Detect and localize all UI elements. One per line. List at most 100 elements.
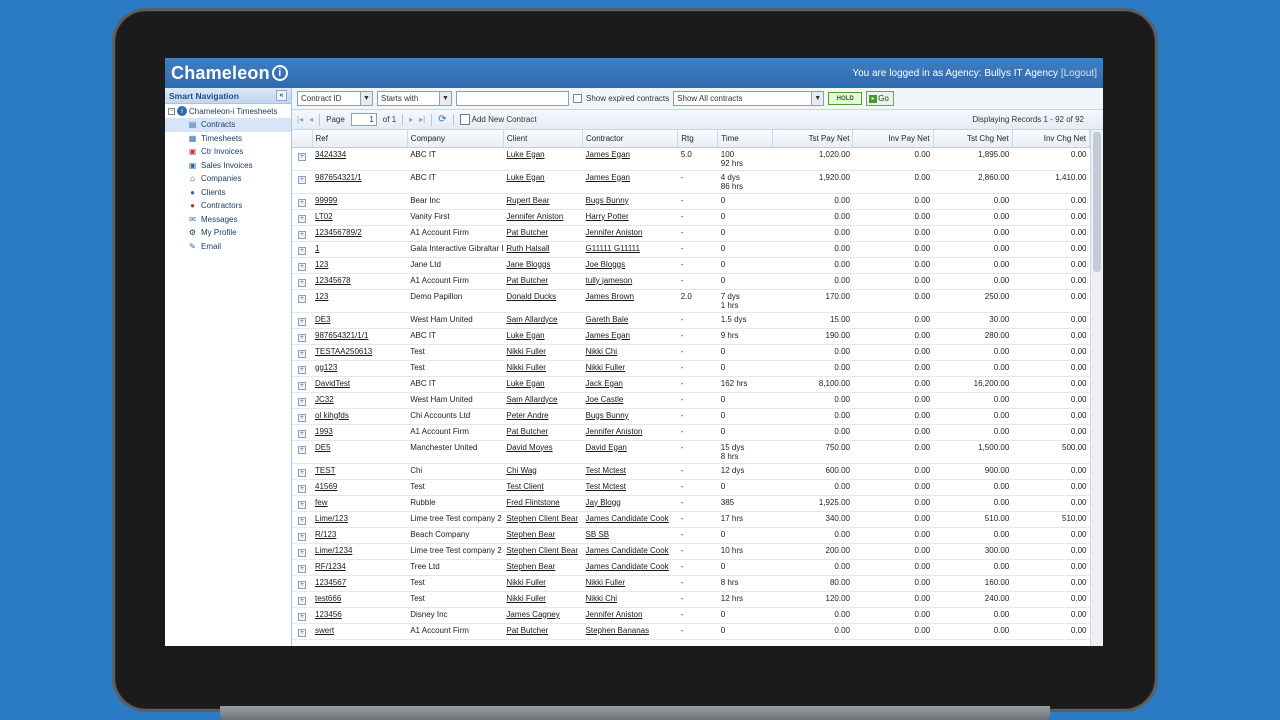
client-link[interactable]: Nikki Fuller [506, 363, 546, 372]
table-row[interactable]: + gg123 Test Nikki Fuller Nikki Fuller - 0 0.00… [292, 360, 1090, 377]
table-row[interactable]: +41569 Test Test Client Test Mctest - 0 0.00 0.… [292, 479, 1090, 496]
contractor-link[interactable]: James Candidate Cook [586, 562, 669, 571]
expand-row-icon[interactable]: + [298, 294, 306, 303]
expand-row-icon[interactable]: + [298, 262, 306, 271]
contractor-link[interactable]: Jennifer Aniston [586, 228, 643, 237]
ref-link[interactable]: RF/1234 [315, 562, 346, 571]
client-link[interactable]: Pat Butcher [506, 626, 548, 635]
sidebar-item-timesheets[interactable]: ▦ Timesheets [165, 132, 291, 146]
ref-link[interactable]: TEST [315, 466, 335, 475]
add-new-contract-button[interactable]: Add New Contract [459, 114, 537, 125]
expand-row-icon[interactable]: + [298, 230, 306, 239]
expand-row-icon[interactable]: + [298, 580, 306, 589]
prev-page-icon[interactable]: ◂ [309, 115, 313, 124]
sidebar-item-my-profile[interactable]: ⚙ My Profile [165, 226, 291, 240]
ref-link[interactable]: 123456 [315, 610, 342, 619]
contractor-link[interactable]: Jack Egan [586, 379, 623, 388]
expand-row-icon[interactable]: + [298, 214, 306, 223]
expand-row-icon[interactable]: + [298, 445, 306, 454]
column-header[interactable]: Tst Pay Net [772, 130, 854, 148]
client-link[interactable]: James Cagney [506, 610, 559, 619]
ref-link[interactable]: few [315, 498, 327, 507]
next-page-icon[interactable]: ▸ [409, 115, 413, 124]
client-link[interactable]: Test Client [506, 482, 543, 491]
client-link[interactable]: Sam Allardyce [506, 395, 557, 404]
expand-row-icon[interactable]: + [298, 413, 306, 422]
expand-row-icon[interactable]: + [298, 596, 306, 605]
ref-link[interactable]: ol kihgfds [315, 411, 349, 420]
client-link[interactable]: Jennifer Aniston [506, 212, 563, 221]
ref-link[interactable]: gg123 [315, 363, 337, 372]
table-row[interactable]: +99999 Bear Inc Rupert Bear Bugs Bunny - 0 0.0… [292, 193, 1090, 210]
sidebar-item-contractors[interactable]: ● Contractors [165, 199, 291, 213]
client-link[interactable]: Nikki Fuller [506, 594, 546, 603]
ref-link[interactable]: TESTAA250613 [315, 347, 372, 356]
sidebar-item-messages[interactable]: ✉ Messages [165, 213, 291, 227]
table-row[interactable]: +1 Gala Interactive Gibraltar LimitedRuth… [292, 241, 1090, 258]
column-header[interactable]: Inv Pay Net [852, 130, 934, 148]
contractor-link[interactable]: David Egan [586, 443, 627, 452]
expand-row-icon[interactable]: + [298, 152, 306, 161]
client-link[interactable]: Pat Butcher [506, 228, 548, 237]
client-link[interactable]: Rupert Bear [506, 196, 549, 205]
table-row[interactable]: + DE3 West Ham United Sam Allardyce Gareth B… [292, 312, 1090, 329]
expand-row-icon[interactable]: + [298, 612, 306, 621]
table-row[interactable]: + R/123 Beach Company Stephen Bear SB SB - 0 0.… [292, 527, 1090, 544]
client-link[interactable]: Stephen Client Bear [506, 514, 578, 523]
contractor-link[interactable]: James Candidate Cook [586, 546, 669, 555]
client-link[interactable]: Stephen Client Bear [506, 546, 578, 555]
expand-row-icon[interactable]: + [298, 500, 306, 509]
column-header[interactable]: Client [503, 130, 584, 148]
client-link[interactable]: Pat Butcher [506, 427, 548, 436]
ref-link[interactable]: 987654321/1/1 [315, 331, 368, 340]
column-header[interactable]: Ref [312, 130, 408, 148]
client-link[interactable]: Donald Ducks [506, 292, 556, 301]
client-link[interactable]: Peter Andre [506, 411, 548, 420]
client-link[interactable]: Luke Egan [506, 331, 544, 340]
client-link[interactable]: David Moyes [506, 443, 552, 452]
table-row[interactable]: + swert A1 Account Firm Pat Butcher Stephen … [292, 623, 1090, 640]
client-link[interactable]: Luke Egan [506, 173, 544, 182]
contractor-link[interactable]: G11111 G11111 [586, 244, 640, 253]
first-page-icon[interactable]: |◂ [297, 115, 303, 124]
client-link[interactable]: Nikki Fuller [506, 578, 546, 587]
sidebar-item-ctr-invoices[interactable]: ▣ Ctr Invoices [165, 145, 291, 159]
expand-row-icon[interactable]: + [298, 429, 306, 438]
column-header[interactable]: Time [717, 130, 774, 148]
table-row[interactable]: + TEST Chi Chi Wag Test Mctest - 12 dys 600.00 0… [292, 463, 1090, 480]
expand-row-icon[interactable]: + [298, 333, 306, 342]
ref-link[interactable]: LT02 [315, 212, 333, 221]
table-row[interactable]: +123456 Disney Inc James Cagney Jennifer An… [292, 607, 1090, 624]
table-row[interactable]: + Lime/123 Lime tree Test company 2 Stephen… [292, 511, 1090, 528]
ref-link[interactable]: 987654321/1 [315, 173, 362, 182]
go-button[interactable]: ▸ Go [866, 91, 895, 106]
expand-row-icon[interactable]: + [298, 468, 306, 477]
ref-link[interactable]: DE3 [315, 315, 331, 324]
client-link[interactable]: Sam Allardyce [506, 315, 557, 324]
table-row[interactable]: + few Rubble Fred Flintstone Jay Blogg - 385 1,… [292, 495, 1090, 512]
logout-link[interactable]: [Logout] [1061, 68, 1097, 79]
expand-row-icon[interactable]: + [298, 564, 306, 573]
table-row[interactable]: + DE5 Manchester United David Moyes David Eg… [292, 440, 1090, 464]
hold-button[interactable]: HOLD [828, 92, 863, 105]
table-row[interactable]: +1993 A1 Account Firm Pat Butcher Jennifer … [292, 424, 1090, 441]
tree-collapse-icon[interactable]: − [168, 107, 175, 115]
ref-link[interactable]: 41569 [315, 482, 337, 491]
contractor-link[interactable]: Jennifer Aniston [586, 427, 643, 436]
expand-row-icon[interactable]: + [298, 484, 306, 493]
contractor-link[interactable]: Gareth Bale [586, 315, 629, 324]
client-link[interactable]: Fred Flintstone [506, 498, 559, 507]
contractor-link[interactable]: Joe Bloggs [586, 260, 626, 269]
table-row[interactable]: +987654321/1/1 ABC IT Luke Egan James Egan -… [292, 328, 1090, 345]
sidebar-item-companies[interactable]: ⌂ Companies [165, 172, 291, 186]
show-expired-checkbox[interactable] [573, 94, 582, 103]
contractor-link[interactable]: Nikki Fuller [586, 363, 626, 372]
ref-link[interactable]: 123456789/2 [315, 228, 362, 237]
table-row[interactable]: +123456789/2 A1 Account Firm Pat Butcher Je… [292, 225, 1090, 242]
contractor-link[interactable]: Bugs Bunny [586, 411, 629, 420]
expand-row-icon[interactable]: + [298, 198, 306, 207]
ref-link[interactable]: 12345678 [315, 276, 351, 285]
column-header[interactable]: Company [407, 130, 504, 148]
ref-link[interactable]: Lime/1234 [315, 546, 352, 555]
expand-row-icon[interactable]: + [298, 349, 306, 358]
